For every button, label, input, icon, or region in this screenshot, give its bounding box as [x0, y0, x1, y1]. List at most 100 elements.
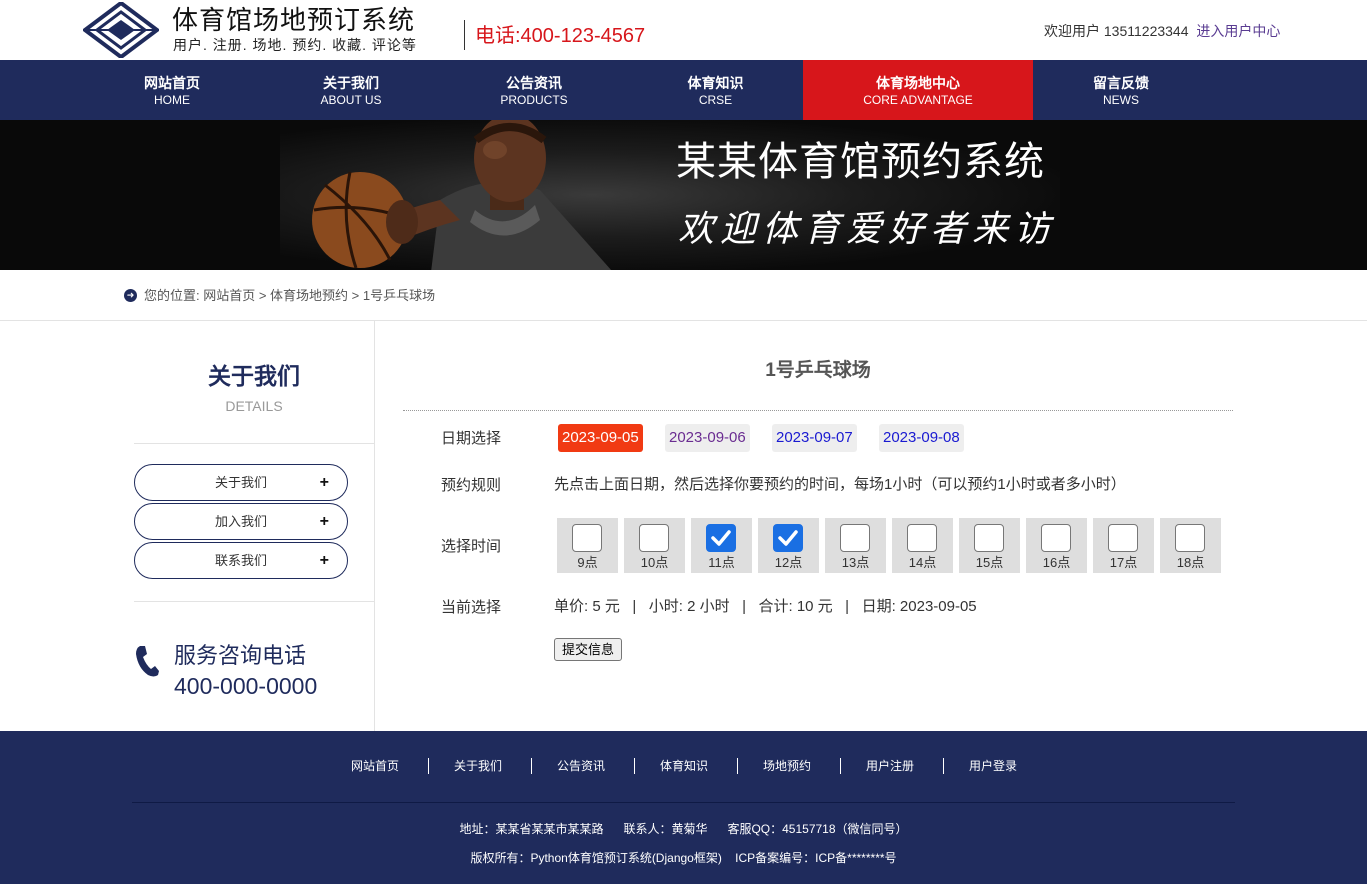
- title-divider: [403, 410, 1233, 411]
- site-title: 体育馆场地预订系统: [172, 5, 416, 35]
- checkbox-box: [974, 524, 1004, 552]
- footer-link-knowledge[interactable]: 体育知识: [660, 758, 708, 774]
- time-slot-label: 12点: [774, 555, 803, 570]
- main-nav: 网站首页 HOME 关于我们 ABOUT US 公告资讯 PRODUCTS 体育…: [0, 60, 1367, 120]
- rule-text: 先点击上面日期，然后选择你要预约的时间，每场1小时（可以预约1小时或者多小时）: [554, 476, 1126, 493]
- time-slot-checkbox[interactable]: 18点: [1160, 518, 1221, 573]
- rule-label: 预约规则: [441, 477, 502, 494]
- time-slot-checkbox[interactable]: 9点: [557, 518, 618, 573]
- nav-item-label: 体育知识: [687, 75, 744, 91]
- header: 体育馆场地预订系统 用户. 注册. 场地. 预约. 收藏. 评论等 电话:400…: [0, 0, 1367, 60]
- footer-separator: [531, 758, 532, 774]
- breadcrumb-text: 您的位置: 网站首页 > 体育场地预约 > 1号乒乓球场: [144, 288, 436, 303]
- time-slot-label: 15点: [975, 555, 1004, 570]
- time-slot-label: 11点: [708, 555, 735, 570]
- time-label: 选择时间: [441, 538, 502, 555]
- time-slot-checkbox[interactable]: 13点: [825, 518, 886, 573]
- nav-item-sublabel: HOME: [154, 93, 190, 107]
- banner-title: 某某体育馆预约系统: [676, 140, 1045, 184]
- date-chip-3[interactable]: 2023-09-08: [879, 424, 964, 452]
- nav-item-sublabel: NEWS: [1103, 93, 1139, 107]
- footer-separator: [840, 758, 841, 774]
- footer-copyright: 版权所有：Python体育馆预订系统(Django框架) ICP备案编号：ICP…: [470, 851, 897, 865]
- nav-item-sublabel: PRODUCTS: [500, 93, 568, 107]
- time-slot-checkbox[interactable]: 16点: [1026, 518, 1087, 573]
- sidebar-subtitle: DETAILS: [225, 398, 283, 414]
- welcome-area: 欢迎用户 13511223344 进入用户中心: [1044, 22, 1280, 40]
- date-label: 日期选择: [441, 430, 502, 447]
- sidebar-item-label: 关于我们: [214, 475, 267, 490]
- date-chip-2[interactable]: 2023-09-07: [772, 424, 857, 452]
- time-slot-checkbox[interactable]: 12点: [758, 518, 819, 573]
- site-subtitle: 用户. 注册. 场地. 预约. 收藏. 评论等: [173, 37, 417, 53]
- basketball-player-image: [312, 120, 612, 270]
- footer-link-home[interactable]: 网站首页: [351, 758, 399, 774]
- plus-icon: +: [319, 513, 329, 530]
- nav-item-about[interactable]: 关于我们 ABOUT US: [262, 60, 440, 120]
- checkbox-box: [907, 524, 937, 552]
- check-icon: [706, 524, 736, 552]
- nav-item-sublabel: ABOUT US: [320, 93, 382, 107]
- nav-item-label: 公告资讯: [506, 75, 562, 91]
- checkbox-box: [840, 524, 870, 552]
- sidebar-item-about[interactable]: 关于我们 +: [134, 464, 348, 501]
- footer-separator: [428, 758, 429, 774]
- time-slot-checkbox[interactable]: 15点: [959, 518, 1020, 573]
- nav-item-sublabel: CORE ADVANTAGE: [863, 93, 973, 107]
- nav-item-venue-center[interactable]: 体育场地中心 CORE ADVANTAGE: [803, 60, 1033, 120]
- date-chip-0[interactable]: 2023-09-05: [558, 424, 643, 452]
- breadcrumb: ➜ 您的位置: 网站首页 > 体育场地预约 > 1号乒乓球场: [0, 270, 1367, 321]
- service-phone: 400-000-0000: [174, 673, 318, 699]
- plus-icon: +: [319, 474, 329, 491]
- footer-separator: [943, 758, 944, 774]
- footer-address: 地址：某某省某某市某某路 联系人：黄菊华 客服QQ：45157718（微信同号）: [459, 822, 908, 836]
- nav-item-feedback[interactable]: 留言反馈 NEWS: [1033, 60, 1209, 120]
- submit-button[interactable]: 提交信息: [554, 638, 622, 661]
- checkbox-box: [1108, 524, 1138, 552]
- service-label: 服务咨询电话: [174, 643, 307, 668]
- sidebar-item-label: 加入我们: [214, 514, 267, 529]
- footer: 网站首页 关于我们 公告资讯 体育知识 场地预约 用户注册 用户登录 地址：某某…: [0, 731, 1367, 884]
- nav-item-label: 关于我们: [323, 75, 379, 91]
- time-slot-checkbox[interactable]: 14点: [892, 518, 953, 573]
- footer-separator: [737, 758, 738, 774]
- selection-summary: 单价: 5 元 | 小时: 2 小时 | 合计: 10 元 | 日期: 2023…: [554, 598, 977, 615]
- welcome-text: 欢迎用户 13511223344: [1044, 23, 1189, 39]
- header-divider: [464, 20, 465, 50]
- footer-link-register[interactable]: 用户注册: [866, 758, 914, 774]
- footer-link-booking[interactable]: 场地预约: [763, 758, 811, 774]
- nav-item-label: 体育场地中心: [876, 75, 960, 91]
- time-slot-label: 17点: [1109, 555, 1138, 570]
- banner-subtitle: 欢迎体育爱好者来访: [678, 209, 1057, 250]
- nav-item-home[interactable]: 网站首页 HOME: [82, 60, 262, 120]
- time-slot-label: 14点: [908, 555, 937, 570]
- sidebar-separator: [134, 601, 374, 602]
- user-center-link[interactable]: 进入用户中心: [1196, 23, 1280, 39]
- sidebar-item-join[interactable]: 加入我们 +: [134, 503, 348, 540]
- check-icon: [773, 524, 803, 552]
- footer-link-about[interactable]: 关于我们: [454, 758, 502, 774]
- footer-link-news[interactable]: 公告资讯: [557, 758, 605, 774]
- footer-link-login[interactable]: 用户登录: [969, 758, 1017, 774]
- logo-diamond-icon[interactable]: [83, 2, 159, 58]
- header-phone: 电话:400-123-4567: [475, 25, 646, 47]
- checkbox-box: [1175, 524, 1205, 552]
- nav-item-knowledge[interactable]: 体育知识 CRSE: [628, 60, 803, 120]
- nav-item-news[interactable]: 公告资讯 PRODUCTS: [440, 60, 628, 120]
- time-slot-label: 10点: [640, 555, 669, 570]
- time-slot-checkbox[interactable]: 11点: [691, 518, 752, 573]
- current-selection-label: 当前选择: [441, 599, 502, 616]
- time-slot-label: 16点: [1042, 555, 1071, 570]
- sidebar-item-label: 联系我们: [214, 553, 267, 568]
- time-slot-label: 13点: [841, 555, 870, 570]
- checkbox-box: [639, 524, 669, 552]
- sidebar-item-contact[interactable]: 联系我们 +: [134, 542, 348, 579]
- time-slot-label: 18点: [1176, 555, 1205, 570]
- checkbox-box: [1041, 524, 1071, 552]
- time-slot-checkbox[interactable]: 10点: [624, 518, 685, 573]
- time-slot-checkbox[interactable]: 17点: [1093, 518, 1154, 573]
- nav-item-label: 留言反馈: [1093, 75, 1149, 91]
- phone-icon: [136, 646, 159, 677]
- date-chip-1[interactable]: 2023-09-06: [665, 424, 750, 452]
- nav-item-label: 网站首页: [144, 75, 200, 91]
